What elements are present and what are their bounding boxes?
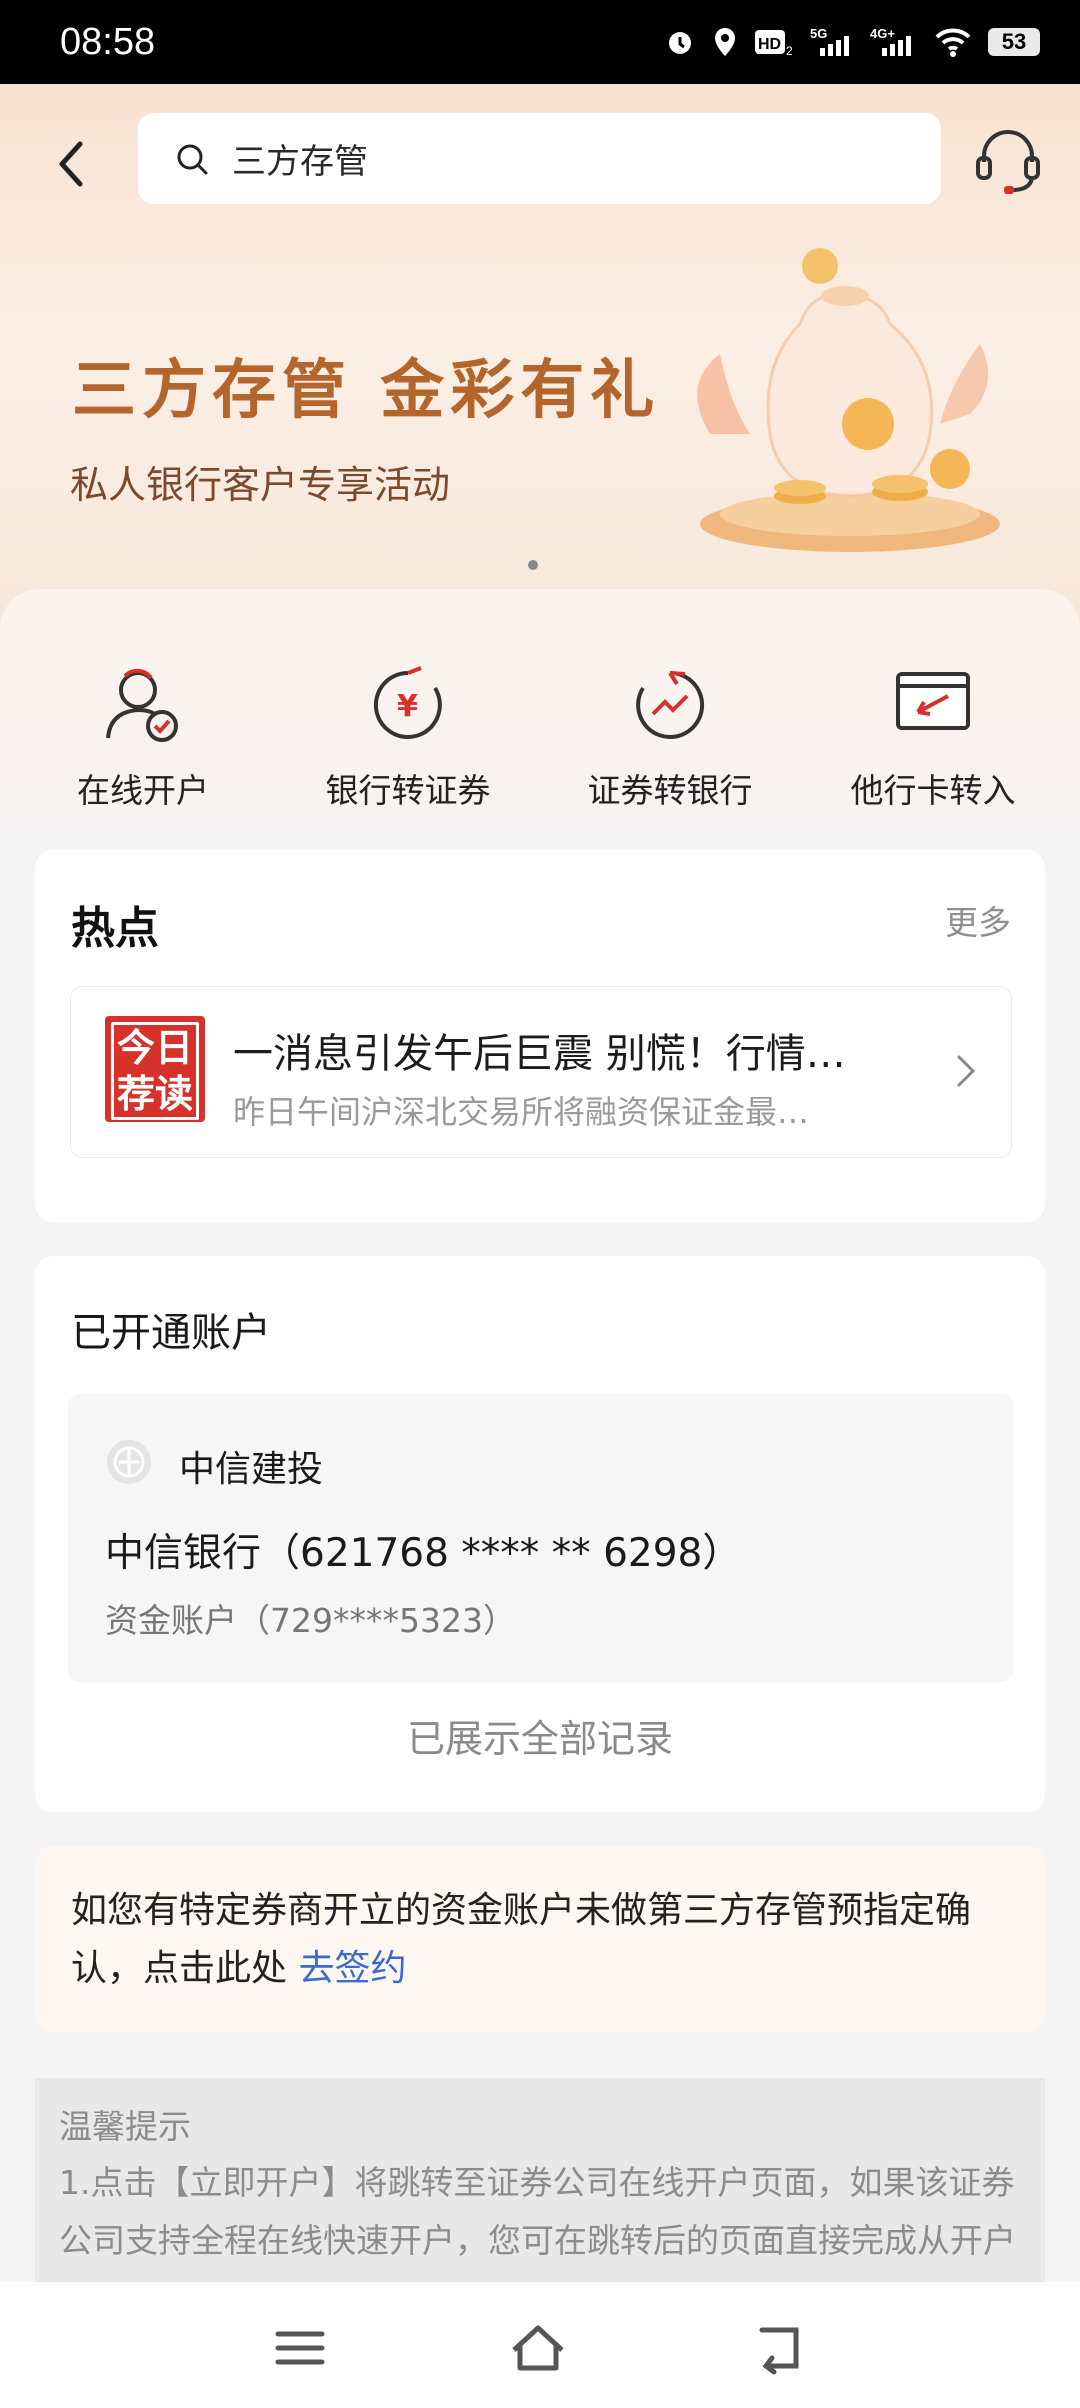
wifi-icon: [935, 28, 971, 57]
carousel-indicator: [528, 560, 538, 570]
status-bar: 08:58 HD 2 5G 4G+ 53: [0, 0, 1080, 84]
quick-actions: 在线开户 ¥ 银行转证券 证券转银行 他行卡转入: [0, 640, 1080, 830]
svg-text:¥: ¥: [397, 689, 418, 724]
svg-text:HD: HD: [758, 36, 781, 53]
search-input[interactable]: 三方存管: [138, 113, 941, 204]
quick-action-label: 银行转证券: [325, 771, 491, 810]
quick-action-other-card-in[interactable]: 他行卡转入: [798, 660, 1068, 812]
daily-pick-badge: 今日 荐读: [105, 1016, 205, 1122]
notice-text-block: 如您有特定券商开立的资金账户未做第三方存管预指定确认，点击此处 去签约: [71, 1882, 1021, 1998]
yuan-transfer-icon: ¥: [373, 666, 442, 739]
user-check-icon: [106, 668, 178, 742]
news-title: 一消息引发午后巨震 别慌！行情…: [233, 1031, 846, 1077]
presign-notice: 如您有特定券商开立的资金账户未做第三方存管预指定确认，点击此处 去签约: [35, 1846, 1045, 2032]
opened-accounts-section: 已开通账户 中信建投 中信银行（621768 **** ** 6298） 资金账…: [35, 1256, 1045, 1812]
tips-title: 温馨提示: [59, 2107, 191, 2146]
account-item[interactable]: 中信建投 中信银行（621768 **** ** 6298） 资金账户（729*…: [68, 1394, 1013, 1682]
search-icon: [177, 144, 208, 174]
customer-service-icon[interactable]: [970, 122, 1046, 198]
home-icon[interactable]: [510, 2320, 566, 2376]
badge-line-2: 荐读: [116, 1071, 193, 1116]
all-records-shown: 已展示全部记录: [406, 1717, 673, 1761]
badge-line-1: 今日: [116, 1025, 193, 1070]
location-icon: [715, 28, 735, 56]
chevron-right-icon: [957, 1055, 976, 1087]
more-link[interactable]: 更多: [945, 896, 1011, 944]
quick-action-online-account[interactable]: 在线开户: [8, 660, 278, 812]
menu-icon[interactable]: [272, 2320, 328, 2376]
notice-text: 如您有特定券商开立的资金账户未做第三方存管预指定确认，点击此处: [71, 1890, 972, 1989]
back-chevron-icon[interactable]: [48, 134, 92, 194]
quick-action-label: 在线开户: [77, 771, 209, 810]
svg-text:2: 2: [786, 44, 793, 57]
battery-icon: 53: [988, 28, 1040, 56]
back-nav-icon[interactable]: [752, 2320, 808, 2376]
card-transfer-icon: [896, 672, 970, 730]
hot-section: 热点 更多 今日 荐读 一消息引发午后巨震 别慌！行情… 昨日午间沪深北交易所将…: [35, 850, 1045, 1222]
signal-5g-icon: 5G: [810, 26, 849, 56]
search-text: 三方存管: [232, 142, 368, 182]
status-icons: HD 2 5G 4G+ 53: [664, 26, 1040, 58]
svg-text:5G: 5G: [810, 26, 827, 41]
alarm-icon: [669, 32, 691, 54]
hd-icon: HD 2: [755, 30, 793, 57]
bank-account: 中信银行（621768 **** ** 6298）: [105, 1531, 742, 1576]
money-bag-illustration: [697, 248, 1000, 552]
trend-transfer-icon: [636, 670, 705, 739]
broker-name: 中信建投: [179, 1449, 324, 1490]
signal-4g-icon: 4G+: [870, 26, 911, 56]
hot-title: 热点: [71, 903, 159, 954]
quick-action-securities-to-bank[interactable]: 证券转银行: [535, 660, 805, 812]
quick-action-label: 他行卡转入: [850, 771, 1016, 810]
fund-account: 资金账户（729****5323）: [105, 1601, 516, 1640]
accounts-title: 已开通账户: [71, 1310, 271, 1356]
banner-subtitle: 私人银行客户专享活动: [70, 463, 451, 507]
sign-link[interactable]: 去签约: [298, 1948, 406, 1989]
quick-action-bank-to-securities[interactable]: ¥ 银行转证券: [273, 660, 543, 812]
svg-text:4G+: 4G+: [870, 26, 895, 41]
hero-banner[interactable]: 三方存管 三方存管 金彩有礼 私人银行客户专享活动: [0, 84, 1080, 654]
news-summary: 昨日午间沪深北交易所将融资保证金最…: [233, 1093, 810, 1131]
broker-logo-icon: [107, 1440, 151, 1484]
banner-title: 三方存管 金彩有礼: [72, 353, 661, 428]
system-nav-bar: [0, 2282, 1080, 2408]
news-item[interactable]: 今日 荐读 一消息引发午后巨震 别慌！行情… 昨日午间沪深北交易所将融资保证金最…: [70, 986, 1012, 1158]
quick-action-label: 证券转银行: [587, 771, 753, 810]
status-time: 08:58: [60, 20, 156, 63]
